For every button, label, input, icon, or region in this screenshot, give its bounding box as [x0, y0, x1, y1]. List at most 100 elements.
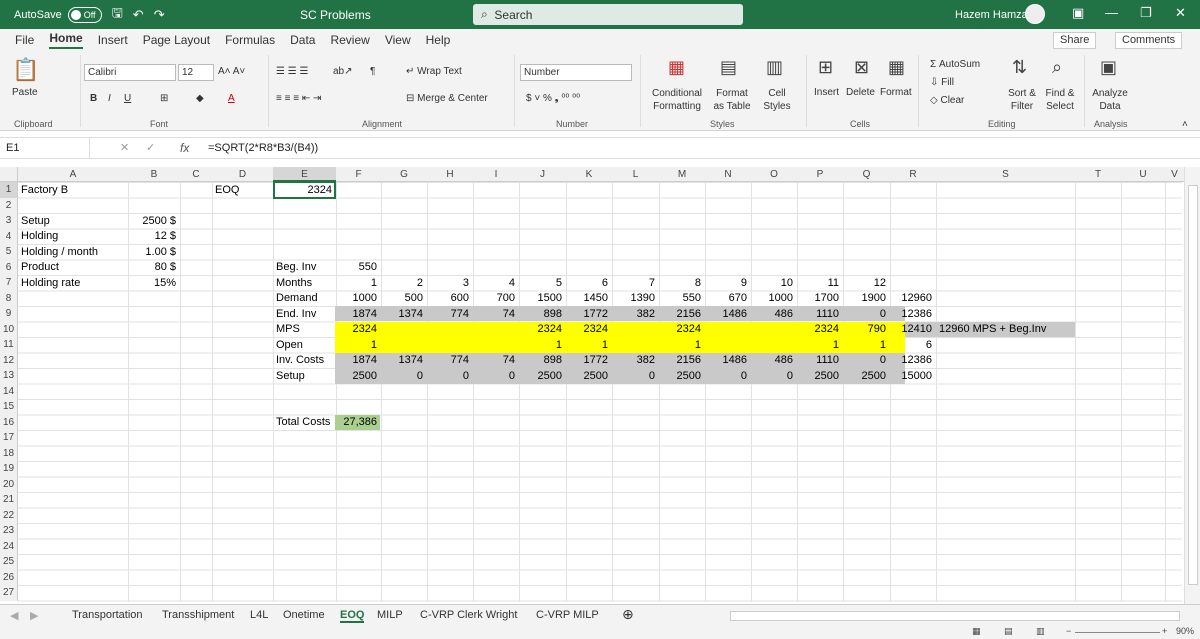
sheet-tab-l4l[interactable]: L4L [250, 609, 268, 621]
row-header-18[interactable]: 18 [0, 445, 18, 461]
row-header-22[interactable]: 22 [0, 507, 18, 523]
menu-tab-insert[interactable]: Insert [98, 33, 128, 47]
row-header-9[interactable]: 9 [0, 306, 18, 322]
column-header-I[interactable]: I [473, 167, 519, 182]
cell-setup-g[interactable]: 0 [381, 369, 427, 384]
underline-icon[interactable]: U [124, 93, 131, 104]
cell-mps-g[interactable] [381, 322, 427, 337]
cell-setup-i[interactable]: 0 [473, 369, 519, 384]
cell-demand-h[interactable]: 600 [427, 291, 473, 306]
cell-months-l[interactable]: 7 [612, 276, 659, 291]
number-format-select[interactable]: Number [520, 64, 632, 81]
worksheet-grid[interactable] [18, 182, 1182, 602]
search-box[interactable]: ⌕ Search [473, 4, 743, 25]
menu-tab-view[interactable]: View [385, 33, 411, 47]
cell-e1[interactable]: 2324 [273, 183, 336, 198]
cell-open-m[interactable]: 1 [659, 338, 705, 353]
cell-inv-costs-n[interactable]: 1486 [705, 353, 751, 368]
cell-demand-o[interactable]: 1000 [751, 291, 797, 306]
prev-sheet-icon[interactable]: ◀ [10, 609, 18, 622]
column-header-U[interactable]: U [1121, 167, 1165, 182]
cell-setup-m[interactable]: 2500 [659, 369, 705, 384]
cell-inv-costs-j[interactable]: 898 [519, 353, 566, 368]
row-header-16[interactable]: 16 [0, 414, 18, 430]
formula-input[interactable]: =SQRT(2*R8*B3/(B4)) [208, 142, 318, 154]
collapse-ribbon-icon[interactable]: ˄ [1182, 119, 1188, 130]
cell-mps-m[interactable]: 2324 [659, 322, 705, 337]
column-header-P[interactable]: P [797, 167, 843, 182]
cell-months-g[interactable]: 2 [381, 276, 427, 291]
cell-demand-p[interactable]: 1700 [797, 291, 843, 306]
bold-icon[interactable]: B [90, 93, 97, 104]
column-header-J[interactable]: J [519, 167, 566, 182]
row-header-17[interactable]: 17 [0, 430, 18, 446]
sheet-tab-transshipment[interactable]: Transshipment [162, 609, 234, 621]
cell-mps-j[interactable]: 2324 [519, 322, 566, 337]
row-header-24[interactable]: 24 [0, 538, 18, 554]
cell-f6[interactable]: 550 [336, 260, 381, 275]
cell-r11[interactable]: 6 [890, 338, 936, 353]
cell-months-o[interactable]: 10 [751, 276, 797, 291]
cell-s10[interactable]: 12960 MPS + Beg.Inv [936, 322, 1135, 337]
menu-tab-home[interactable]: Home [49, 31, 83, 49]
cell-mps-l[interactable] [612, 322, 659, 337]
insert-cells-button[interactable]: Insert [814, 87, 839, 98]
cell-demand-i[interactable]: 700 [473, 291, 519, 306]
ribbon-display-icon[interactable]: ▣ [1072, 5, 1084, 21]
normal-view-icon[interactable]: ▦ [972, 626, 981, 637]
cell-r12[interactable]: 12386 [890, 353, 936, 368]
fill-color-icon[interactable]: ◆ [196, 93, 204, 104]
align-left-icon[interactable]: ≡ ≡ ≡ ⇤ ⇥ [276, 93, 321, 104]
find-select-icon[interactable]: ⌕ [1052, 57, 1062, 78]
sheet-tab-onetime[interactable]: Onetime [283, 609, 325, 621]
delete-cells-button[interactable]: Delete [846, 87, 875, 98]
avatar[interactable] [1025, 4, 1045, 24]
cell-demand-m[interactable]: 550 [659, 291, 705, 306]
horizontal-scrollbar[interactable] [730, 611, 1180, 621]
cell-styles-button[interactable]: Cell Styles [758, 87, 796, 113]
menu-tab-formulas[interactable]: Formulas [225, 33, 275, 47]
cell-setup-j[interactable]: 2500 [519, 369, 566, 384]
cell-months-k[interactable]: 6 [566, 276, 612, 291]
cell-demand-j[interactable]: 1500 [519, 291, 566, 306]
row-header-14[interactable]: 14 [0, 383, 18, 399]
row-header-27[interactable]: 27 [0, 585, 18, 601]
zoom-out-icon[interactable]: − [1066, 626, 1071, 636]
row-header-10[interactable]: 10 [0, 321, 18, 337]
fill-button[interactable]: ⇩ Fill [930, 77, 954, 88]
zoom-slider[interactable] [1075, 632, 1160, 633]
column-header-V[interactable]: V [1165, 167, 1184, 182]
vertical-scrollbar[interactable] [1184, 167, 1200, 604]
menu-tab-review[interactable]: Review [330, 33, 369, 47]
scroll-thumb[interactable] [1188, 185, 1198, 585]
cell-mps-h[interactable] [427, 322, 473, 337]
sort-filter-icon[interactable]: ⇅ [1012, 57, 1027, 78]
cell-f16[interactable]: 27,386 [336, 415, 381, 430]
align-top-icon[interactable]: ☰ ☰ ☰ [276, 66, 308, 77]
cell-inv-costs-o[interactable]: 486 [751, 353, 797, 368]
cell-end-inv-f[interactable]: 1874 [336, 307, 381, 322]
row-header-3[interactable]: 3 [0, 213, 18, 229]
cell-end-inv-q[interactable]: 0 [843, 307, 890, 322]
cell-mps-q[interactable]: 790 [843, 322, 890, 337]
row-header-5[interactable]: 5 [0, 244, 18, 260]
menu-tab-help[interactable]: Help [426, 33, 451, 47]
cell-inv-costs-q[interactable]: 0 [843, 353, 890, 368]
cell-inv-costs-m[interactable]: 2156 [659, 353, 705, 368]
cell-mps-o[interactable] [751, 322, 797, 337]
row-header-20[interactable]: 20 [0, 476, 18, 492]
font-size-select[interactable]: 12 [178, 64, 214, 81]
cell-setup-p[interactable]: 2500 [797, 369, 843, 384]
column-header-A[interactable]: A [18, 167, 128, 182]
currency-icon[interactable]: $ ˅ % ❟ ⁰⁰ ⁰⁰ [526, 93, 580, 104]
save-icon[interactable]: 🖫 [112, 4, 123, 26]
delete-cells-icon[interactable]: ⊠ [854, 57, 869, 78]
cell-setup-l[interactable]: 0 [612, 369, 659, 384]
cell-months-j[interactable]: 5 [519, 276, 566, 291]
undo-icon[interactable]: ↶ [133, 7, 144, 23]
cell-end-inv-h[interactable]: 774 [427, 307, 473, 322]
cell-open-l[interactable] [612, 338, 659, 353]
sheet-tab-eoq[interactable]: EOQ [340, 609, 365, 623]
column-header-B[interactable]: B [128, 167, 180, 182]
cell-months-q[interactable]: 12 [843, 276, 890, 291]
